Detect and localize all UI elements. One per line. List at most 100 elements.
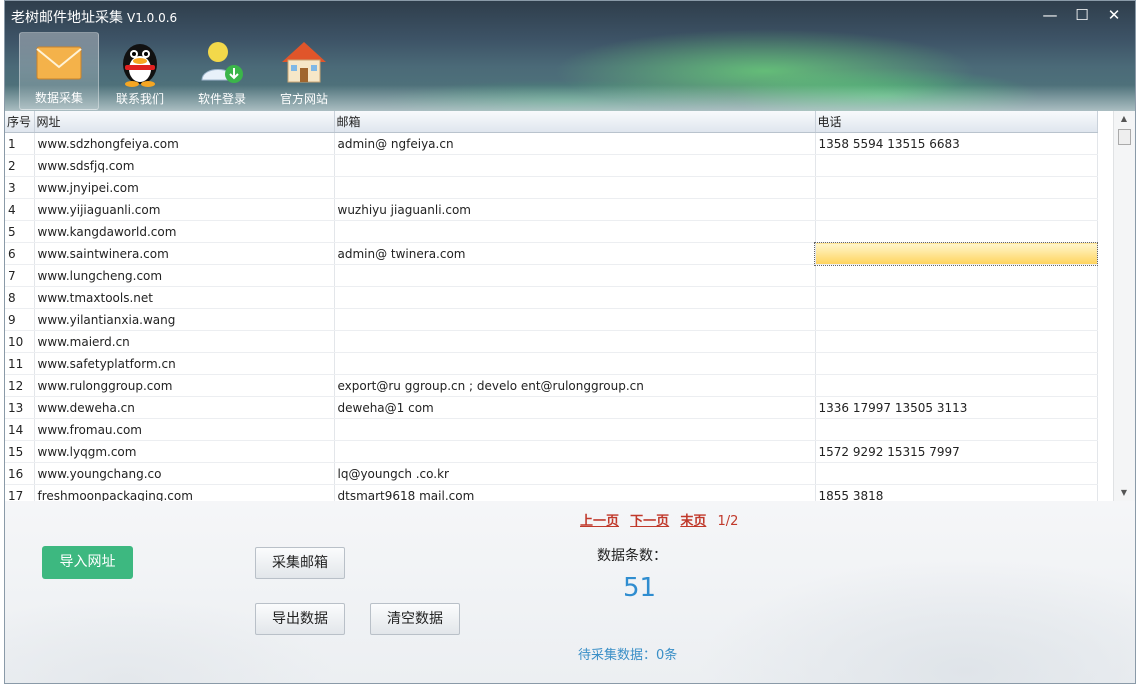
cell-index: 6	[5, 242, 35, 265]
nav-label: 联系我们	[115, 92, 164, 106]
collect-email-button[interactable]: 采集邮箱	[255, 547, 345, 579]
scroll-up-arrow-icon[interactable]: ▲	[1114, 111, 1134, 127]
table-row[interactable]: 9 www.yilantianxia.wang	[5, 308, 1098, 331]
cell-index: 11	[5, 352, 35, 375]
cell-index: 4	[5, 198, 35, 221]
house-icon	[282, 42, 326, 83]
cell-url: www.yilantianxia.wang	[34, 308, 335, 331]
data-table: 序号 网址 邮箱 电话 1 www.sdzhongfeiya.com admin@ …	[5, 111, 1098, 501]
nav-software-login[interactable]: 软件登录	[181, 32, 263, 110]
cell-phone: 1572 9292 15315 7997	[815, 440, 1098, 463]
cell-email: admin@ twinera.com	[334, 242, 816, 265]
data-table-container: 序号 网址 邮箱 电话 1 www.sdzhongfeiya.com admin@ …	[5, 111, 1113, 501]
qq-penguin-icon	[123, 44, 157, 87]
cell-index: 13	[5, 396, 35, 419]
cell-phone-selected[interactable]	[814, 241, 1098, 266]
cell-index: 1	[5, 132, 35, 155]
table-vertical-scrollbar[interactable]: ▲ ▼	[1113, 111, 1134, 501]
cell-url: www.fromau.com	[34, 418, 335, 441]
table-row[interactable]: 4 www.yijiaguanli.com wuzhiyu jiaguanli.co…	[5, 198, 1098, 221]
cell-url: www.lyqgm.com	[34, 440, 335, 463]
column-header-email[interactable]: 邮箱	[334, 111, 816, 133]
table-row[interactable]: 13 www.deweha.cn deweha@1 com 1336 17997 13…	[5, 396, 1098, 419]
cell-index: 8	[5, 286, 35, 309]
cell-phone: 1358 5594 13515 6683	[815, 132, 1098, 155]
table-row[interactable]: 10 www.maierd.cn	[5, 330, 1098, 353]
nav-label: 软件登录	[197, 92, 246, 106]
window-controls: — ☐ ✕	[1035, 5, 1129, 25]
table-row[interactable]: 1 www.sdzhongfeiya.com admin@ ngfeiya.cn 13…	[5, 132, 1098, 155]
cell-url: freshmoonpackaging.com	[34, 484, 335, 501]
table-body: 1 www.sdzhongfeiya.com admin@ ngfeiya.cn 13…	[5, 132, 1098, 501]
scroll-down-arrow-icon[interactable]: ▼	[1114, 485, 1134, 501]
table-row[interactable]: 11 www.safetyplatform.cn	[5, 352, 1098, 375]
minimize-button[interactable]: —	[1035, 5, 1065, 25]
cell-index: 12	[5, 374, 35, 397]
cell-phone	[815, 220, 1098, 243]
cell-phone: 1855 3818	[815, 484, 1098, 501]
cell-email	[334, 286, 816, 309]
close-button[interactable]: ✕	[1099, 5, 1129, 25]
table-row[interactable]: 14 www.fromau.com	[5, 418, 1098, 441]
table-row[interactable]: 7 www.lungcheng.com	[5, 264, 1098, 287]
cell-index: 14	[5, 418, 35, 441]
cell-url: www.lungcheng.com	[34, 264, 335, 287]
cell-phone	[815, 264, 1098, 287]
next-page-link[interactable]: 下一页	[630, 514, 669, 529]
table-row[interactable]: 3 www.jnyipei.com	[5, 176, 1098, 199]
nav-official-site[interactable]: 官方网站	[263, 32, 345, 110]
nav-label: 数据采集	[34, 91, 83, 105]
window-title: 老树邮件地址采集 V1.0.0.6	[11, 7, 177, 27]
cell-phone	[815, 418, 1098, 441]
cell-url: www.deweha.cn	[34, 396, 335, 419]
export-data-button[interactable]: 导出数据	[255, 603, 345, 635]
cell-url: www.youngchang.co	[34, 462, 335, 485]
maximize-button[interactable]: ☐	[1067, 5, 1097, 25]
table-row-selected[interactable]: 6 www.saintwinera.com admin@ twinera.com	[5, 241, 1098, 266]
cell-index: 16	[5, 462, 35, 485]
cell-url: www.yijiaguanli.com	[34, 198, 335, 221]
table-row[interactable]: 16 www.youngchang.co lq@youngch .co.kr	[5, 462, 1098, 485]
nav-data-collect[interactable]: 数据采集	[19, 32, 99, 110]
cell-index: 2	[5, 154, 35, 177]
table-row[interactable]: 5 www.kangdaworld.com	[5, 220, 1098, 243]
last-page-link[interactable]: 末页	[680, 514, 706, 529]
column-header-index[interactable]: 序号	[5, 111, 35, 133]
scrollbar-thumb[interactable]	[1118, 129, 1131, 145]
table-row[interactable]: 8 www.tmaxtools.net	[5, 286, 1098, 309]
cell-email: lq@youngch .co.kr	[334, 462, 816, 485]
cell-url: www.sdzhongfeiya.com	[34, 132, 335, 155]
cell-index: 7	[5, 264, 35, 287]
table-header-row: 序号 网址 邮箱 电话	[5, 111, 1098, 133]
cell-email: admin@ ngfeiya.cn	[334, 132, 816, 155]
cell-url: www.jnyipei.com	[34, 176, 335, 199]
app-name: 老树邮件地址采集	[11, 10, 123, 26]
table-row[interactable]: 17 freshmoonpackaging.com dtsmart9618 mail…	[5, 484, 1098, 501]
pending-count-text: 待采集数据：0条	[578, 648, 678, 663]
table-row[interactable]: 12 www.rulonggroup.com export@ru ggroup.cn…	[5, 374, 1098, 397]
cell-url: www.maierd.cn	[34, 330, 335, 353]
cell-index: 10	[5, 330, 35, 353]
record-count-label: 数据条数：	[597, 548, 667, 564]
cell-phone	[815, 176, 1098, 199]
pagination: 上一页 下一页 末页 1/2	[580, 510, 738, 529]
column-header-url[interactable]: 网址	[34, 111, 335, 133]
clear-data-button[interactable]: 清空数据	[370, 603, 460, 635]
nav-label: 官方网站	[279, 92, 328, 106]
column-header-phone[interactable]: 电话	[815, 111, 1098, 133]
cell-email	[334, 308, 816, 331]
app-version: V1.0.0.6	[127, 11, 178, 25]
cell-email: dtsmart9618 mail.com	[334, 484, 816, 501]
main-nav: 数据采集 联系我们 软件登录 官方网站	[19, 32, 345, 110]
prev-page-link[interactable]: 上一页	[580, 514, 619, 529]
table-row[interactable]: 15 www.lyqgm.com 1572 9292 15315 7997	[5, 440, 1098, 463]
import-urls-button[interactable]: 导入网址	[42, 546, 133, 579]
cell-phone	[815, 374, 1098, 397]
cell-email	[334, 418, 816, 441]
table-row[interactable]: 2 www.sdsfjq.com	[5, 154, 1098, 177]
header-banner: 老树邮件地址采集 V1.0.0.6 — ☐ ✕ 数据采集 联系我们 软件登录 官…	[5, 1, 1135, 111]
nav-contact-us[interactable]: 联系我们	[99, 32, 181, 110]
cell-url: www.safetyplatform.cn	[34, 352, 335, 375]
cell-email	[334, 440, 816, 463]
record-count-value: 51	[623, 573, 657, 603]
